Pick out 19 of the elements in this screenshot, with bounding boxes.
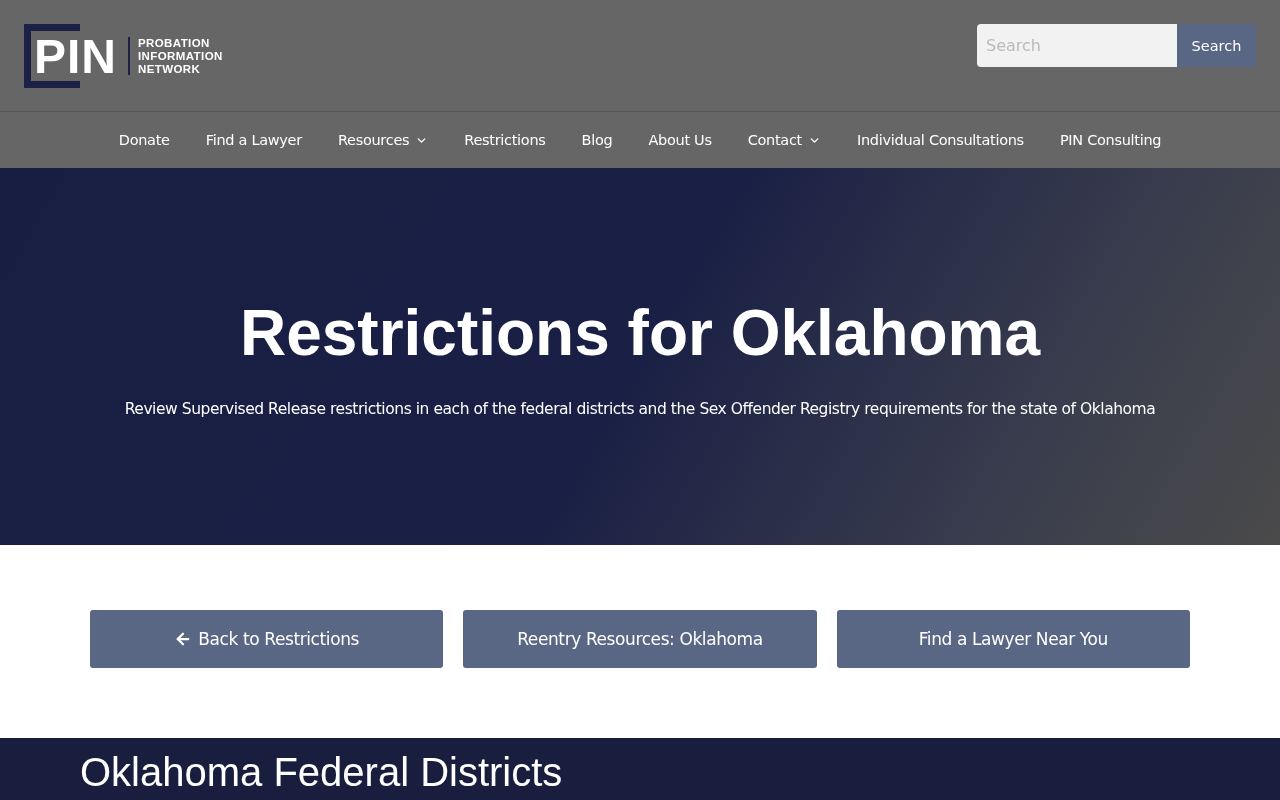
nav-link[interactable]: About Us (630, 132, 730, 148)
nav-link[interactable]: Donate (100, 132, 188, 148)
logo-text: INFORMATION (138, 49, 223, 63)
link-button[interactable]: Back to Restrictions (90, 610, 444, 668)
hero-subtitle: Review Supervised Release restrictions in each of the federal districts and the Sex Offender Registry requirements for the state of Oklahoma (124, 399, 1156, 418)
nav-link[interactable]: Resources (319, 132, 447, 148)
logo-text: PROBATION (138, 36, 211, 50)
page-title: Restrictions for Oklahoma (239, 295, 1041, 370)
logo-text: NETWORK (138, 62, 202, 76)
link-button[interactable]: Reentry Resources: Oklahoma (463, 610, 817, 668)
section-title: Oklahoma Federal Districts (80, 752, 563, 792)
link-button[interactable]: Find a Lawyer Near You (836, 610, 1190, 668)
nav-link[interactable]: Blog (563, 132, 631, 148)
search-button[interactable]: Search (1177, 24, 1256, 67)
nav-link[interactable]: Restrictions (446, 132, 564, 148)
nav-link[interactable]: Individual Consultations (839, 132, 1042, 148)
nav-link[interactable]: Find a Lawyer (187, 132, 320, 148)
nav-link[interactable]: PIN Consulting (1041, 132, 1180, 148)
nav-link[interactable]: Contact (729, 132, 839, 148)
